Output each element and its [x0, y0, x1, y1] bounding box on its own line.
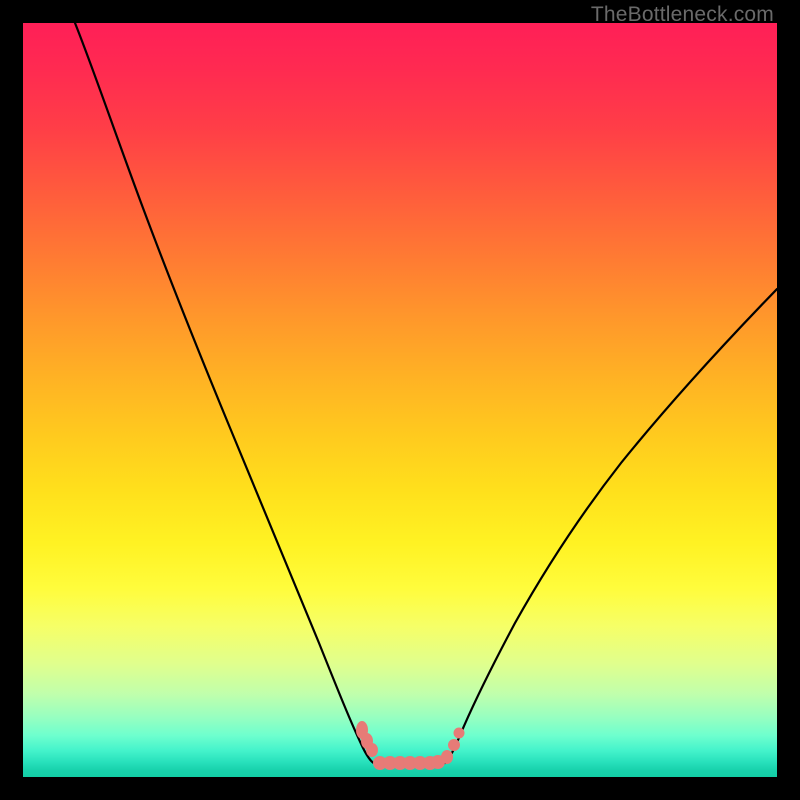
plot-area: [23, 23, 777, 777]
left-curve: [75, 23, 374, 763]
scatter-point: [454, 728, 465, 739]
watermark-text: TheBottleneck.com: [591, 3, 774, 27]
outer-frame: TheBottleneck.com: [0, 0, 800, 800]
scatter-point: [448, 739, 460, 751]
chart-svg: [23, 23, 777, 777]
scatter-point: [441, 750, 453, 764]
right-curve: [445, 289, 777, 763]
scatter-point: [366, 743, 378, 757]
